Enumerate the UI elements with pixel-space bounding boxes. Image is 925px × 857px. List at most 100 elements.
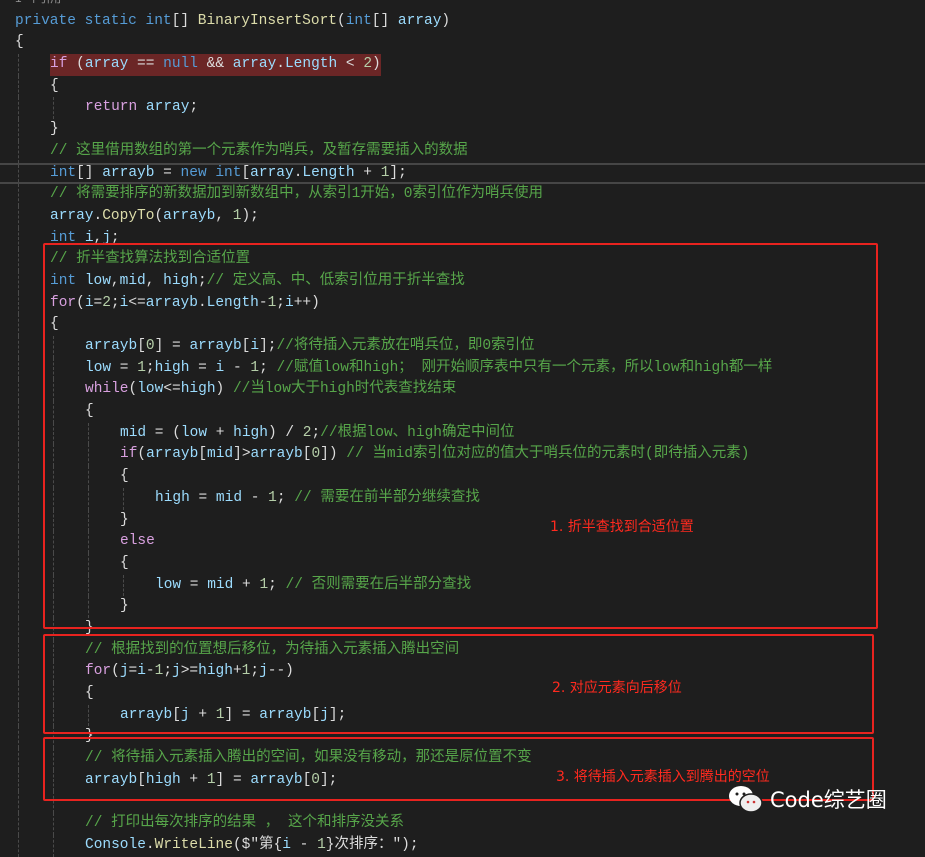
code-token: .: [276, 56, 285, 73]
code-line[interactable]: return array;: [0, 97, 925, 120]
code-token: return: [85, 99, 138, 116]
code-token: CopyTo: [102, 207, 155, 224]
code-line[interactable]: array.CopyTo(arrayb, 1);: [0, 205, 925, 228]
watermark: Code综艺圈: [728, 784, 887, 814]
code-token: array: [232, 56, 277, 73]
code-line[interactable]: // 将需要排序的新数据加到新数组中，从索引1开始，0索引位作为哨兵使用: [0, 184, 925, 206]
indent-guide: [18, 531, 19, 553]
indent-guide: [18, 184, 19, 206]
code-token: }: [50, 121, 59, 138]
code-token: );: [241, 207, 259, 224]
indent-guide: [18, 164, 19, 183]
code-token: null: [163, 56, 198, 73]
indent-guide: [18, 596, 19, 618]
code-text: array.CopyTo(arrayb, 1);: [50, 206, 259, 228]
code-token: 1: [317, 836, 326, 853]
code-line[interactable]: if (array == null && array.Length < 2): [0, 54, 925, 76]
code-line[interactable]: // 打印出每次排序的结果 ， 这个和排序没关系: [0, 813, 925, 835]
code-token: int: [50, 164, 77, 181]
indent-guide: [18, 314, 19, 336]
code-token: ,: [215, 207, 233, 224]
indent-guide: [18, 270, 19, 293]
code-line[interactable]: {: [0, 75, 925, 98]
indent-guide: [18, 54, 19, 76]
code-line[interactable]: }: [0, 119, 925, 141]
watermark-text: Code综艺圈: [770, 788, 887, 812]
code-token: // 将需要排序的新数据加到新数组中，从索引1开始，0索引位作为哨兵使用: [50, 186, 544, 203]
code-token: array: [84, 56, 129, 73]
code-token: (: [154, 207, 164, 224]
indent-guide: [18, 726, 19, 749]
indent-guide: [18, 574, 19, 597]
code-token: <: [337, 56, 364, 73]
code-text: // 打印出每次排序的结果 ， 这个和排序没关系: [85, 813, 404, 835]
indent-guide: [18, 444, 19, 467]
indent-guide: [18, 509, 19, 532]
indent-guide: [18, 401, 19, 423]
indent-guide: [18, 791, 19, 814]
wechat-icon: [729, 786, 763, 813]
code-token: .: [93, 207, 103, 224]
indent-guide: [18, 769, 19, 792]
indent-guide: [18, 336, 19, 358]
code-token: []: [171, 12, 198, 29]
code-line[interactable]: Console.WriteLine($"第{i - 1}次排序：");: [0, 834, 925, 857]
code-line[interactable]: int[] arrayb = new int[array.Length + 1]…: [0, 162, 925, 185]
code-token: BinaryInsertSort: [197, 12, 337, 29]
code-token: (: [336, 12, 346, 29]
code-text: }: [50, 119, 59, 141]
code-token: // 打印出每次排序的结果 ， 这个和排序没关系: [85, 815, 405, 832]
indent-guide: [18, 119, 19, 141]
code-token: ($"第{: [232, 836, 283, 853]
code-token: ;: [189, 99, 199, 116]
code-token: []: [371, 12, 398, 29]
code-token: WriteLine: [154, 836, 233, 853]
code-token: int: [345, 12, 372, 29]
indent-guide: [18, 617, 19, 640]
indent-guide: [18, 422, 19, 445]
annotation-label-3: 3. 将待插入元素插入到腾出的空位: [556, 769, 770, 785]
indent-guide: [53, 813, 54, 835]
indent-guide: [18, 97, 19, 120]
code-token: arrayb: [163, 207, 216, 224]
code-token: i: [282, 836, 291, 853]
indent-guide: [18, 357, 19, 380]
code-text: {: [50, 76, 59, 98]
indent-guide: [18, 661, 19, 683]
code-line[interactable]: private static int[] BinaryInsertSort(in…: [0, 11, 925, 33]
code-token: array: [145, 99, 190, 116]
code-token: ): [372, 56, 381, 73]
indent-guide: [18, 140, 19, 163]
indent-guide: [53, 834, 54, 857]
code-text: return array;: [85, 97, 198, 119]
indent-guide: [53, 97, 54, 120]
code-token: Length: [284, 56, 338, 73]
code-token: 2: [363, 56, 373, 73]
code-text: int[] arrayb = new int[array.Length + 1]…: [50, 165, 407, 183]
breakpoint-highlight: if (array == null && array.Length < 2): [50, 54, 381, 76]
code-token: array: [397, 12, 442, 29]
annotation-box-2: [43, 634, 874, 734]
code-token: +: [354, 164, 381, 181]
code-text: private static int[] BinaryInsertSort(in…: [15, 11, 450, 33]
code-token: if: [50, 56, 68, 73]
annotation-label-1: 1. 折半查找到合适位置: [550, 519, 694, 535]
code-token: new int: [180, 164, 242, 181]
indent-guide: [18, 748, 19, 770]
code-text: // 将需要排序的新数据加到新数组中，从索引1开始，0索引位作为哨兵使用: [50, 184, 543, 206]
code-token: }次排序：");: [325, 836, 419, 853]
code-token: {: [15, 34, 24, 51]
code-text: Console.WriteLine($"第{i - 1}次排序：");: [85, 835, 419, 857]
code-line[interactable]: // 这里借用数组的第一个元素作为哨兵，及暂存需要插入的数据: [0, 140, 925, 163]
indent-guide: [18, 487, 19, 510]
indent-guide: [18, 704, 19, 727]
indent-guide: [18, 249, 19, 271]
code-token: Console: [85, 836, 146, 853]
code-line[interactable]: {: [0, 32, 925, 54]
indent-guide: [18, 466, 19, 488]
indent-guide: [18, 639, 19, 662]
code-token: -: [290, 836, 318, 853]
code-line[interactable]: 1 个引用: [0, 0, 925, 11]
indent-guide: [18, 834, 19, 857]
